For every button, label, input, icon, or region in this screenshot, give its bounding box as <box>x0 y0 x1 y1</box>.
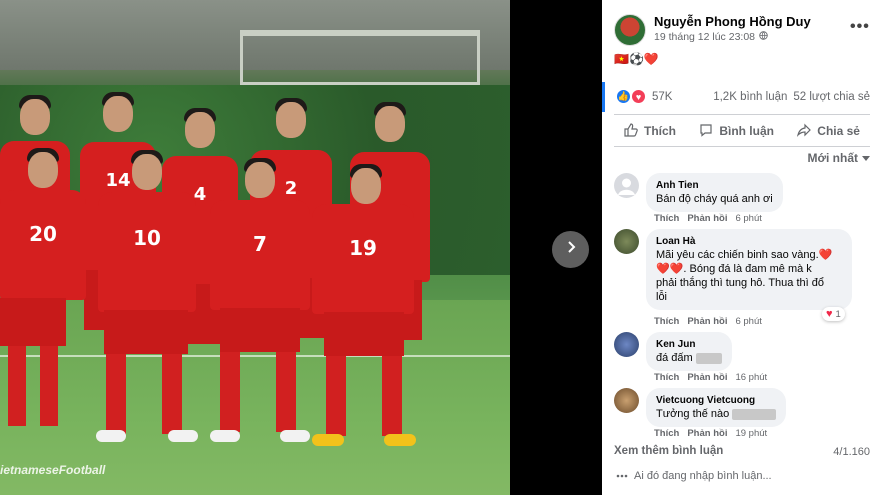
comment-like-link[interactable]: Thích <box>654 316 679 327</box>
comment-like-link[interactable]: Thích <box>654 428 679 439</box>
more-options-icon[interactable]: ••• <box>850 18 870 36</box>
sort-label: Mới nhất <box>807 151 858 165</box>
shares-count[interactable]: 52 lượt chia sẻ <box>793 91 870 103</box>
speech-bubble-icon <box>699 123 713 140</box>
author-name[interactable]: Nguyễn Phong Hồng Duy <box>654 14 811 29</box>
post-time-text: 19 tháng 12 lúc 23:08 <box>654 31 756 43</box>
comment-reaction-count: 1 <box>835 308 841 320</box>
commenter-avatar[interactable] <box>614 388 639 413</box>
commenter-name[interactable]: Loan Hà <box>656 235 842 248</box>
love-reaction-icon: ♥ <box>631 89 646 104</box>
comment-text-line: ❤️❤️. Bóng đá là đam mê mà k <box>656 263 812 275</box>
player-front-1: 20 <box>0 148 86 448</box>
like-label: Thích <box>644 124 676 138</box>
jersey-number: 7 <box>210 200 310 310</box>
divider <box>614 114 870 115</box>
chevron-right-icon <box>564 240 578 259</box>
comment-reaction-badge[interactable]: ♥ 1 <box>822 307 845 321</box>
comment-time[interactable]: 6 phút <box>735 316 761 327</box>
commenter-name[interactable]: Ken Jun <box>656 338 722 351</box>
comment-sort-dropdown[interactable]: Mới nhất <box>807 151 870 165</box>
comment-meta: Thích Phản hồi 19 phút <box>654 428 767 439</box>
comment-item: Ken Jun đá đấm Thích Phản hồi 16 phút <box>614 332 874 383</box>
comment-time[interactable]: 16 phút <box>735 372 767 383</box>
player-front-4: 19 <box>312 164 420 454</box>
post-text: 🇻🇳⚽❤️ <box>614 52 659 66</box>
comment-button[interactable]: Bình luận <box>689 123 784 140</box>
comment-item: Loan Hà Mãi yêu các chiến binh sao vàng.… <box>614 229 874 329</box>
comment-text-visible: đá đấm <box>656 352 693 364</box>
commenter-avatar[interactable] <box>614 173 639 198</box>
comment-label: Bình luận <box>719 124 774 138</box>
commenter-avatar[interactable] <box>614 332 639 357</box>
reaction-summary[interactable]: 👍 ♥ 57K <box>616 89 672 104</box>
commenter-avatar[interactable] <box>614 229 639 254</box>
comment-text-line: Mãi yêu các chiến binh sao vàng.❤️ <box>656 249 833 261</box>
post-sidebar: Nguyễn Phong Hồng Duy 19 tháng 12 lúc 23… <box>602 0 880 495</box>
comment-text: Tưởng thế nào <box>656 407 777 421</box>
like-button[interactable]: Thích <box>614 122 686 140</box>
typing-indicator: Ai đó đang nhập bình luận... <box>616 470 772 482</box>
comment-item: Vietcuong Vietcuong Tưởng thế nào Thích … <box>614 388 874 439</box>
team-photo: 14 4 2 20 10 7 19 ietnameseFootball <box>0 0 510 495</box>
like-reaction-icon: 👍 <box>616 89 631 104</box>
redacted-text <box>732 408 777 420</box>
caret-down-icon <box>862 151 870 165</box>
thumbs-up-icon <box>624 122 638 140</box>
redacted-text <box>695 352 722 364</box>
photo-roof <box>240 30 480 85</box>
comment-bubble: Loan Hà Mãi yêu các chiến binh sao vàng.… <box>646 229 852 310</box>
divider <box>614 146 870 147</box>
comment-bubble: Ken Jun đá đấm <box>646 332 732 371</box>
reaction-count: 57K <box>652 90 673 103</box>
comment-time[interactable]: 19 phút <box>735 428 767 439</box>
comment-text-visible: Tưởng thế nào <box>656 408 730 420</box>
comment-reply-link[interactable]: Phản hồi <box>687 316 727 327</box>
player-front-3: 7 <box>210 158 310 448</box>
heart-icon: ♥ <box>826 308 833 320</box>
comments-count[interactable]: 1,2K bình luận <box>713 91 787 103</box>
photo-watermark: ietnameseFootball <box>0 463 106 477</box>
comment-pager: 4/1.160 <box>833 446 870 458</box>
comment-reply-link[interactable]: Phản hồi <box>687 372 727 383</box>
comment-text: Bán độ cháy quá anh ơi <box>656 193 773 205</box>
comment-meta: Thích Phản hồi 16 phút <box>654 372 767 383</box>
share-button[interactable]: Chia sẻ <box>787 123 870 140</box>
commenter-name[interactable]: Vietcuong Vietcuong <box>656 394 776 407</box>
jersey-number: 20 <box>0 190 86 300</box>
comment-text: đá đấm <box>656 351 722 365</box>
active-indicator <box>602 82 605 112</box>
jersey-number: 19 <box>312 204 414 314</box>
share-label: Chia sẻ <box>817 124 860 138</box>
typing-dots-icon <box>616 470 628 482</box>
next-photo-button[interactable] <box>552 231 589 268</box>
comment-reply-link[interactable]: Phản hồi <box>687 213 727 224</box>
comment-meta: Thích Phản hồi 6 phút <box>654 316 762 327</box>
post-actions: Thích Bình luận Chia sẻ <box>614 118 870 144</box>
comment-bubble: Vietcuong Vietcuong Tưởng thế nào <box>646 388 787 427</box>
comment-text-line: lỗi <box>656 291 668 303</box>
comment-meta: Thích Phản hồi 6 phút <box>654 213 762 224</box>
jersey-number: 10 <box>98 192 196 312</box>
comment-item: Anh Tien Bán độ cháy quá anh ơi Thích Ph… <box>614 173 874 224</box>
player-front-2: 10 <box>92 150 202 450</box>
photo-viewer: 14 4 2 20 10 7 19 ietnameseFootball Nguy… <box>0 0 880 495</box>
comment-like-link[interactable]: Thích <box>654 372 679 383</box>
comment-reply-link[interactable]: Phản hồi <box>687 428 727 439</box>
commenter-name[interactable]: Anh Tien <box>656 179 773 192</box>
share-arrow-icon <box>797 123 812 140</box>
see-more-comments-link[interactable]: Xem thêm bình luận <box>614 445 723 457</box>
comment-bubble: Anh Tien Bán độ cháy quá anh ơi <box>646 173 783 212</box>
comment-text-line: phải thắng thì tung hô. Thua thì đổ <box>656 277 824 289</box>
typing-text: Ai đó đang nhập bình luận... <box>634 470 772 482</box>
post-timestamp[interactable]: 19 tháng 12 lúc 23:08 <box>654 31 768 43</box>
comment-like-link[interactable]: Thích <box>654 213 679 224</box>
engagement-counts: 1,2K bình luận 52 lượt chia sẻ <box>713 91 870 103</box>
globe-icon <box>759 31 768 43</box>
comment-time[interactable]: 6 phút <box>735 213 761 224</box>
author-avatar[interactable] <box>614 14 646 46</box>
